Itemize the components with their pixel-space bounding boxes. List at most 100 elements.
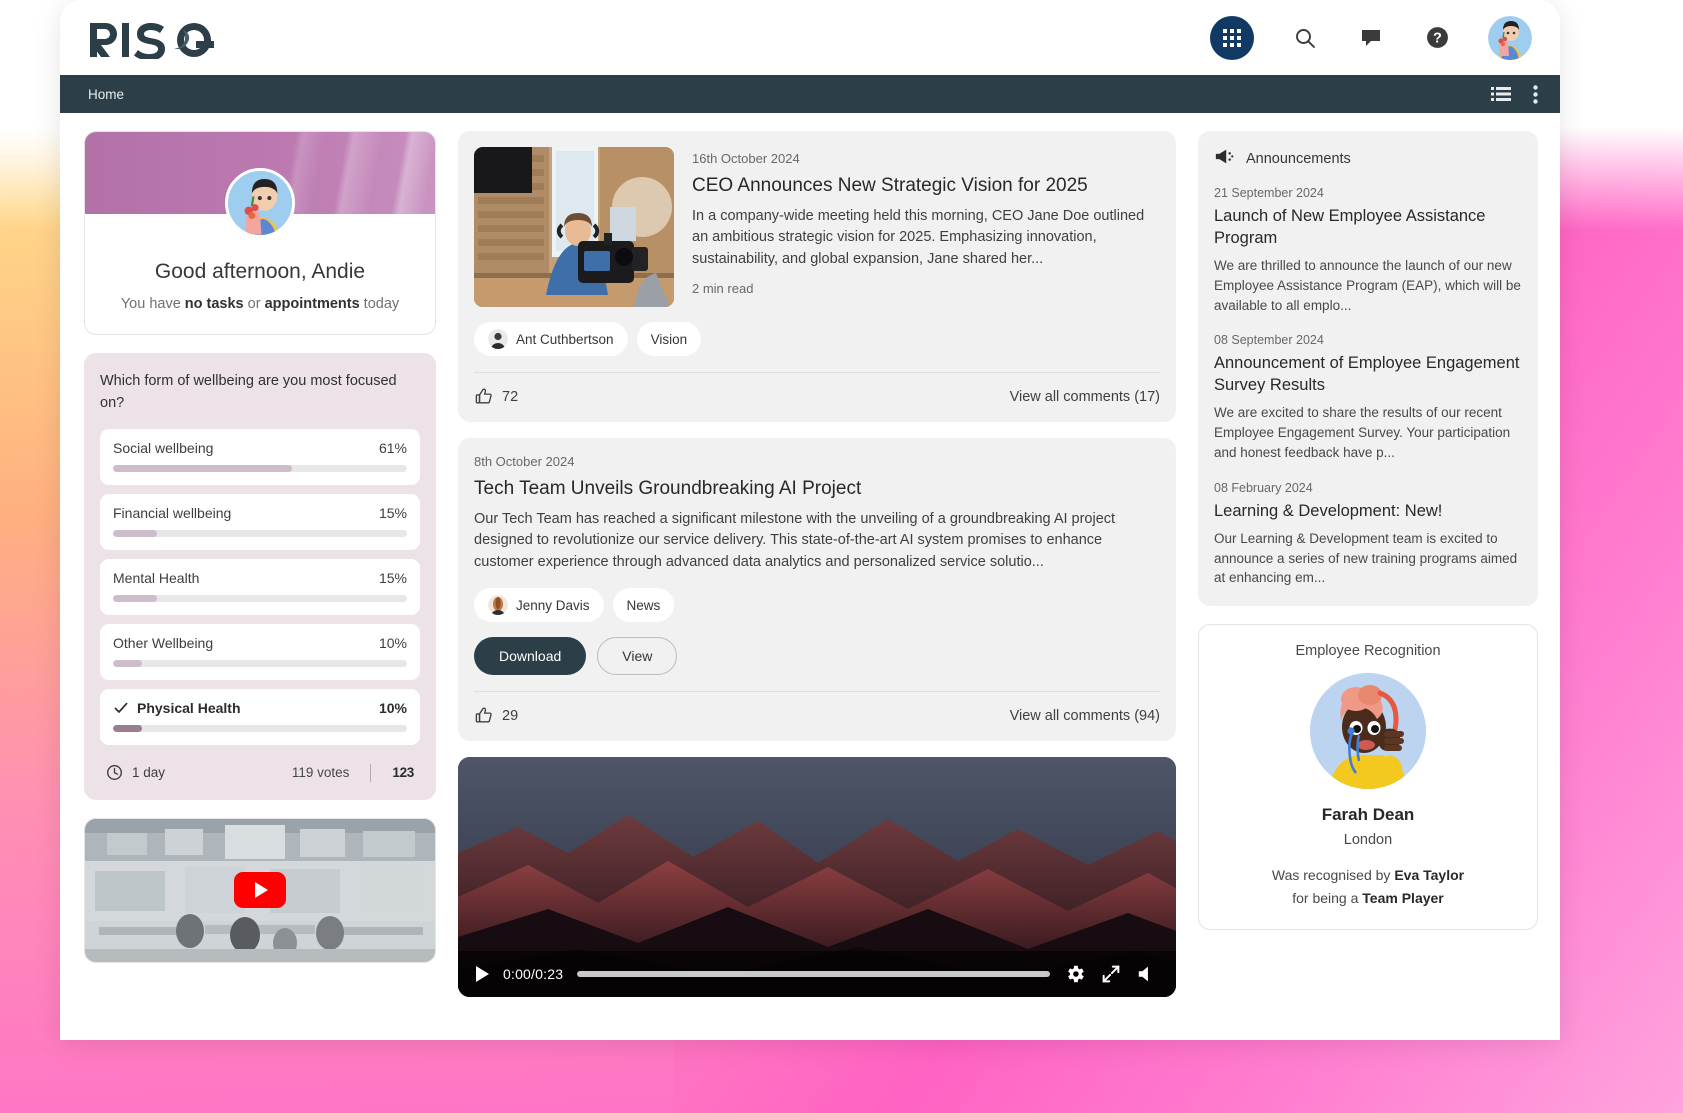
announcement-date: 08 September 2024 <box>1214 333 1324 348</box>
right-column: Announcements 21 September 2024 Launch of… <box>1198 131 1538 1040</box>
video-progress-bar[interactable] <box>577 971 1050 978</box>
author-chip[interactable]: Ant Cuthbertson <box>474 322 628 356</box>
tag-label: Vision <box>650 331 688 347</box>
announcement-body: We are thrilled to announce the launch o… <box>1214 257 1521 313</box>
poll-option-bar <box>113 529 407 537</box>
announcement-item[interactable]: 08 September 2024 Announcement of Employe… <box>1214 333 1522 462</box>
recognition-by-name: Eva Taylor <box>1394 867 1465 884</box>
poll-footer: 1 day 119 votes 123 <box>100 754 420 788</box>
volume-icon[interactable] <box>1136 963 1158 985</box>
nav-bar: Home <box>60 75 1560 113</box>
rise-logo[interactable] <box>88 17 216 59</box>
recognition-credit: Was recognised by Eva Taylor for being a… <box>1215 864 1521 909</box>
poll-option-bar <box>113 464 407 472</box>
announcement-date: 08 February 2024 <box>1214 480 1313 495</box>
poll-option-label: Other Wellbeing <box>113 634 214 651</box>
chat-icon[interactable] <box>1356 23 1386 53</box>
news-footer: 72 View all comments (17) <box>474 372 1160 406</box>
tasks-count: no tasks <box>184 296 244 312</box>
poll-option-bar <box>113 659 407 667</box>
poll-option-list: Social wellbeing 61% Financial wellbeing 15… <box>100 428 420 745</box>
news-thumbnail[interactable] <box>474 147 674 307</box>
news-excerpt: Our Tech Team has reached a significant … <box>474 511 1116 570</box>
news-read-time: 2 min read <box>692 281 754 297</box>
download-button[interactable]: Download <box>474 637 587 676</box>
announcement-item[interactable]: 08 February 2024 Learning & Development: … <box>1214 481 1522 588</box>
like-count: 72 <box>502 388 519 405</box>
poll-option[interactable]: Other Wellbeing 10% <box>100 623 420 680</box>
like-button[interactable]: 29 <box>474 706 518 725</box>
apps-grid-dots <box>1223 28 1241 47</box>
gear-icon[interactable] <box>1064 963 1086 985</box>
news-title[interactable]: Tech Team Unveils Groundbreaking AI Proj… <box>474 478 1160 500</box>
announcement-date: 21 September 2024 <box>1214 186 1324 200</box>
poll-option-label: Social wellbeing <box>113 439 214 456</box>
poll-option-row: Other Wellbeing 10% <box>113 635 407 651</box>
poll-option[interactable]: Financial wellbeing 15% <box>100 493 420 550</box>
check-icon <box>113 700 129 716</box>
poll-time-left: 1 day <box>132 765 166 780</box>
megaphone-icon <box>1214 147 1235 170</box>
recognition-reason-value: Team Player <box>1362 889 1444 906</box>
announcement-title: Announcement of Employee Engagement Surv… <box>1214 354 1520 395</box>
page-content: Good afternoon, Andie You have no tasks … <box>60 113 1560 1040</box>
recognition-reason-prefix: for being a <box>1292 889 1363 906</box>
apps-grid-icon[interactable] <box>1210 15 1254 60</box>
video-player-card[interactable]: 0:00/0:23 <box>458 757 1176 998</box>
news-top: 16th October 2024 CEO Announces New Stra… <box>474 147 1160 307</box>
thumbs-up-icon <box>475 707 492 723</box>
view-button[interactable]: View <box>597 637 678 676</box>
announcements-header: Announcements <box>1214 147 1522 170</box>
list-view-icon[interactable] <box>1491 86 1511 102</box>
help-icon[interactable]: ? <box>1422 23 1452 53</box>
poll-option-label: Financial wellbeing <box>113 504 232 521</box>
poll-option-percent: 15% <box>378 504 407 521</box>
poll-option-percent: 10% <box>378 699 407 716</box>
view-comments-link[interactable]: View all comments (94) <box>1010 708 1160 724</box>
tasks-suffix: today <box>359 296 400 312</box>
recognition-name: Farah Dean <box>1321 805 1415 825</box>
news-title[interactable]: CEO Announces New Strategic Vision for 2… <box>692 175 1160 197</box>
youtube-video-card[interactable] <box>84 817 436 963</box>
poll-option[interactable]: Mental Health 15% <box>100 558 420 615</box>
announcement-item[interactable]: 21 September 2024 Launch of New Employee … <box>1214 186 1522 315</box>
breadcrumb-home[interactable]: Home <box>88 87 124 102</box>
poll-option-row: Social wellbeing 61% <box>113 440 407 456</box>
search-icon[interactable] <box>1290 23 1320 53</box>
top-bar: ? <box>60 0 1560 75</box>
recognition-avatar <box>1310 673 1426 790</box>
profile-avatar[interactable] <box>225 168 295 238</box>
author-chip[interactable]: Jenny Davis <box>474 588 604 623</box>
main-column: 16th October 2024 CEO Announces New Stra… <box>458 131 1176 1040</box>
user-avatar[interactable] <box>1488 15 1532 60</box>
news-info: 8th October 2024 Tech Team Unveils Groun… <box>474 454 1160 573</box>
more-vertical-icon[interactable] <box>1533 84 1538 104</box>
fullscreen-icon[interactable] <box>1100 963 1122 985</box>
youtube-play-badge[interactable] <box>234 872 286 908</box>
thumbs-up-icon <box>475 388 492 404</box>
news-action-row: Download View <box>474 637 1160 676</box>
news-info: 16th October 2024 CEO Announces New Stra… <box>692 147 1160 307</box>
play-icon[interactable] <box>476 966 489 983</box>
poll-option-percent: 61% <box>378 439 407 456</box>
announcements-title: Announcements <box>1246 150 1351 167</box>
like-button[interactable]: 72 <box>474 387 518 406</box>
clock-icon <box>106 764 123 781</box>
poll-question: Which form of wellbeing are you most foc… <box>100 373 397 411</box>
author-avatar <box>488 595 508 616</box>
tag-chip[interactable]: News <box>612 588 675 623</box>
tag-chip[interactable]: Vision <box>636 322 702 356</box>
poll-option-label: Mental Health <box>113 569 200 586</box>
announcement-list: 21 September 2024 Launch of New Employee … <box>1214 186 1522 588</box>
author-name: Ant Cuthbertson <box>516 331 614 347</box>
poll-option-percent: 15% <box>378 569 407 586</box>
author-avatar <box>488 329 508 349</box>
view-comments-link[interactable]: View all comments (17) <box>1010 389 1160 405</box>
news-date: 8th October 2024 <box>474 454 575 469</box>
poll-option[interactable]: Social wellbeing 61% <box>100 428 420 485</box>
video-time: 0:00/0:23 <box>503 966 564 983</box>
poll-option[interactable]: Physical Health 10% <box>100 688 420 745</box>
poll-option-bar <box>113 594 407 602</box>
poll-option-row: Physical Health 10% <box>113 700 407 716</box>
poll-option-bar <box>113 724 407 732</box>
